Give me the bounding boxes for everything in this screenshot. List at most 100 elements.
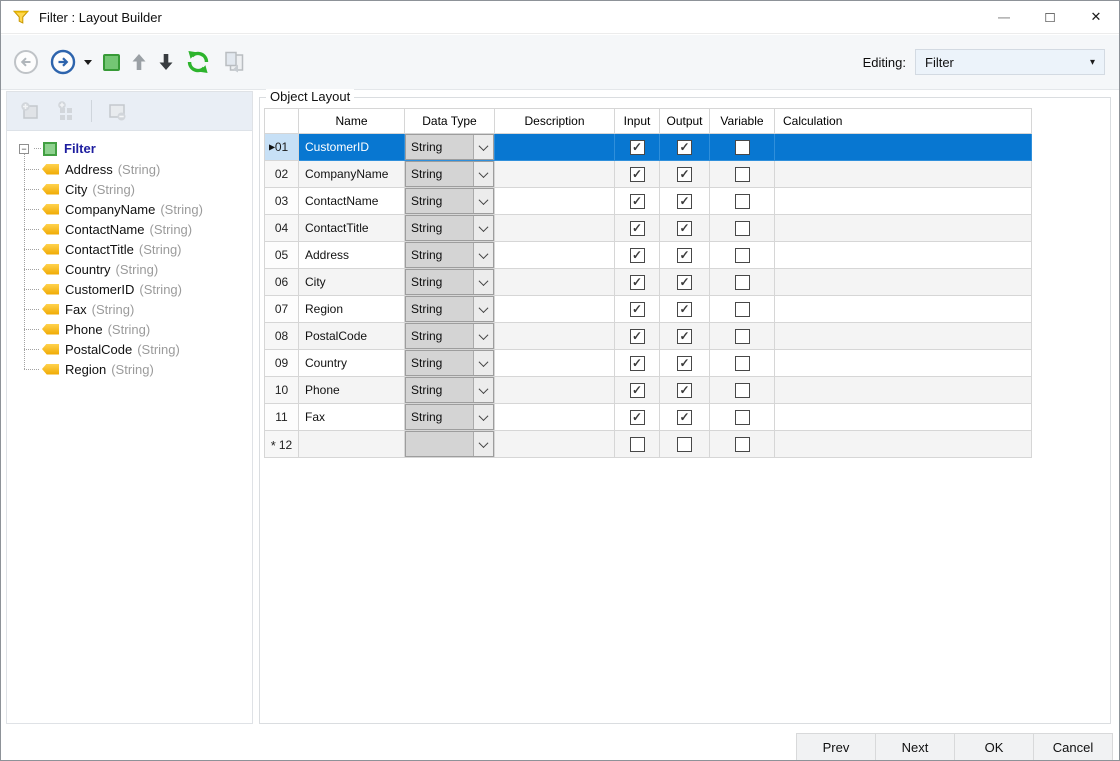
- combo-dropdown-icon[interactable]: [473, 432, 493, 456]
- output-checkbox-04[interactable]: ✓: [677, 221, 692, 236]
- data-type-select-04[interactable]: String: [405, 215, 494, 241]
- combo-dropdown-icon[interactable]: [473, 162, 493, 186]
- cell-calculation-02[interactable]: [775, 161, 1032, 188]
- cell-calculation-01[interactable]: [775, 134, 1032, 161]
- move-up-button[interactable]: [131, 53, 147, 71]
- input-checkbox-03[interactable]: ✓: [630, 194, 645, 209]
- combo-dropdown-icon[interactable]: [473, 216, 493, 240]
- ok-button[interactable]: OK: [954, 733, 1034, 761]
- cell-name-03[interactable]: ContactName: [299, 188, 405, 215]
- cell-description-09[interactable]: [495, 350, 615, 377]
- cell-description-07[interactable]: [495, 296, 615, 323]
- cell-name-12[interactable]: [299, 431, 405, 458]
- input-checkbox-09[interactable]: ✓: [630, 356, 645, 371]
- next-button[interactable]: Next: [875, 733, 955, 761]
- cell-description-02[interactable]: [495, 161, 615, 188]
- tree-item-companyname[interactable]: CompanyName(String): [7, 199, 252, 219]
- cell-calculation-05[interactable]: [775, 242, 1032, 269]
- forward-button[interactable]: [50, 49, 76, 75]
- add-group-button[interactable]: [55, 100, 77, 122]
- variable-checkbox-01[interactable]: [735, 140, 750, 155]
- column-header-data-type[interactable]: Data Type: [405, 109, 495, 134]
- input-checkbox-12[interactable]: [630, 437, 645, 452]
- cell-name-09[interactable]: Country: [299, 350, 405, 377]
- cell-calculation-11[interactable]: [775, 404, 1032, 431]
- row-header-07[interactable]: 07: [265, 296, 299, 323]
- cell-name-04[interactable]: ContactTitle: [299, 215, 405, 242]
- maximize-button[interactable]: □: [1027, 1, 1073, 33]
- row-header-04[interactable]: 04: [265, 215, 299, 242]
- column-header-output[interactable]: Output: [660, 109, 710, 134]
- tree-item-region[interactable]: Region(String): [7, 359, 252, 379]
- data-type-select-11[interactable]: String: [405, 404, 494, 430]
- row-header-11[interactable]: 11: [265, 404, 299, 431]
- input-checkbox-10[interactable]: ✓: [630, 383, 645, 398]
- cell-description-03[interactable]: [495, 188, 615, 215]
- cancel-button[interactable]: Cancel: [1033, 733, 1113, 761]
- cell-description-04[interactable]: [495, 215, 615, 242]
- tree-item-country[interactable]: Country(String): [7, 259, 252, 279]
- data-type-select-03[interactable]: String: [405, 188, 494, 214]
- output-checkbox-06[interactable]: ✓: [677, 275, 692, 290]
- input-checkbox-06[interactable]: ✓: [630, 275, 645, 290]
- data-type-select-10[interactable]: String: [405, 377, 494, 403]
- output-checkbox-03[interactable]: ✓: [677, 194, 692, 209]
- add-field-button[interactable]: [19, 100, 41, 122]
- combo-dropdown-icon[interactable]: [473, 297, 493, 321]
- data-type-select-08[interactable]: String: [405, 323, 494, 349]
- output-checkbox-12[interactable]: [677, 437, 692, 452]
- output-checkbox-02[interactable]: ✓: [677, 167, 692, 182]
- cell-calculation-06[interactable]: [775, 269, 1032, 296]
- paste-special-button[interactable]: [222, 50, 246, 74]
- combo-dropdown-icon[interactable]: [473, 405, 493, 429]
- variable-checkbox-12[interactable]: [735, 437, 750, 452]
- combo-dropdown-icon[interactable]: [473, 351, 493, 375]
- input-checkbox-05[interactable]: ✓: [630, 248, 645, 263]
- input-checkbox-04[interactable]: ✓: [630, 221, 645, 236]
- cell-description-01[interactable]: [495, 134, 615, 161]
- cell-calculation-03[interactable]: [775, 188, 1032, 215]
- cell-name-05[interactable]: Address: [299, 242, 405, 269]
- cell-name-08[interactable]: PostalCode: [299, 323, 405, 350]
- cell-description-10[interactable]: [495, 377, 615, 404]
- cell-calculation-04[interactable]: [775, 215, 1032, 242]
- combo-dropdown-icon[interactable]: [473, 189, 493, 213]
- data-type-select-07[interactable]: String: [405, 296, 494, 322]
- tree-root-filter[interactable]: − Filter: [7, 138, 252, 159]
- output-checkbox-11[interactable]: ✓: [677, 410, 692, 425]
- move-down-button[interactable]: [158, 53, 174, 71]
- editing-select[interactable]: Filter ▾: [915, 49, 1105, 75]
- prev-button[interactable]: Prev: [796, 733, 876, 761]
- variable-checkbox-05[interactable]: [735, 248, 750, 263]
- cell-name-07[interactable]: Region: [299, 296, 405, 323]
- minimize-button[interactable]: —: [981, 1, 1027, 33]
- output-checkbox-10[interactable]: ✓: [677, 383, 692, 398]
- data-type-select-01[interactable]: String: [405, 134, 494, 160]
- data-type-select-06[interactable]: String: [405, 269, 494, 295]
- collapse-expander-icon[interactable]: −: [19, 144, 29, 154]
- data-type-select-12[interactable]: [405, 431, 494, 457]
- output-checkbox-09[interactable]: ✓: [677, 356, 692, 371]
- cell-description-12[interactable]: [495, 431, 615, 458]
- row-header-10[interactable]: 10: [265, 377, 299, 404]
- variable-checkbox-07[interactable]: [735, 302, 750, 317]
- row-header-03[interactable]: 03: [265, 188, 299, 215]
- variable-checkbox-11[interactable]: [735, 410, 750, 425]
- cell-calculation-09[interactable]: [775, 350, 1032, 377]
- combo-dropdown-icon[interactable]: [473, 270, 493, 294]
- tree-item-contactname[interactable]: ContactName(String): [7, 219, 252, 239]
- variable-checkbox-10[interactable]: [735, 383, 750, 398]
- column-header-variable[interactable]: Variable: [710, 109, 775, 134]
- cell-calculation-10[interactable]: [775, 377, 1032, 404]
- remove-field-button[interactable]: [106, 100, 128, 122]
- variable-checkbox-02[interactable]: [735, 167, 750, 182]
- forward-dropdown-caret[interactable]: [84, 60, 92, 65]
- variable-checkbox-06[interactable]: [735, 275, 750, 290]
- variable-checkbox-04[interactable]: [735, 221, 750, 236]
- cell-name-10[interactable]: Phone: [299, 377, 405, 404]
- input-checkbox-07[interactable]: ✓: [630, 302, 645, 317]
- column-header-calculation[interactable]: Calculation: [775, 109, 1032, 134]
- output-checkbox-05[interactable]: ✓: [677, 248, 692, 263]
- data-type-select-09[interactable]: String: [405, 350, 494, 376]
- cell-name-01[interactable]: CustomerID: [299, 134, 405, 161]
